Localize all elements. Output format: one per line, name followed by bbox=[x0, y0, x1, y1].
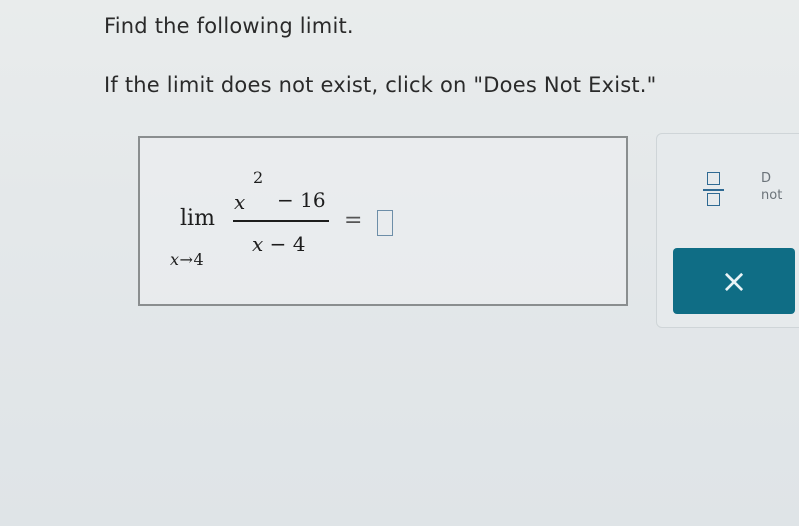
denominator: x − 4 bbox=[252, 232, 306, 256]
instruction-dne-hint: If the limit does not exist, click on "D… bbox=[104, 73, 657, 97]
lim-variable: x bbox=[170, 250, 180, 269]
numerator-constant: − 16 bbox=[277, 188, 326, 212]
denominator-variable: x bbox=[252, 232, 264, 256]
equals-sign: = bbox=[344, 208, 363, 233]
denominator-constant: 4 bbox=[292, 232, 306, 256]
fraction-numerator-box-icon bbox=[707, 172, 720, 185]
math-toolbar: D not × bbox=[656, 133, 799, 328]
instruction-title: Find the following limit. bbox=[104, 14, 354, 38]
fraction-bar bbox=[233, 220, 329, 222]
lim-operator: lim bbox=[180, 206, 215, 231]
answer-input[interactable] bbox=[377, 210, 393, 236]
fraction-bar-icon bbox=[703, 189, 724, 191]
does-not-exist-button[interactable]: D not bbox=[761, 170, 799, 210]
denominator-operator: − bbox=[269, 232, 287, 256]
lim-arrow: → bbox=[179, 250, 194, 269]
numerator-variable: x bbox=[234, 190, 246, 214]
numerator-exponent: 2 bbox=[253, 168, 264, 187]
close-icon: × bbox=[720, 262, 748, 300]
clear-button[interactable]: × bbox=[673, 248, 795, 314]
lim-target: 4 bbox=[193, 250, 205, 269]
fraction-denominator-box-icon bbox=[707, 193, 720, 206]
problem-box: lim x→4 2 x − 16 x − 4 = bbox=[138, 136, 628, 306]
fraction-button[interactable] bbox=[695, 162, 735, 216]
lim-subscript: x→4 bbox=[170, 250, 204, 269]
